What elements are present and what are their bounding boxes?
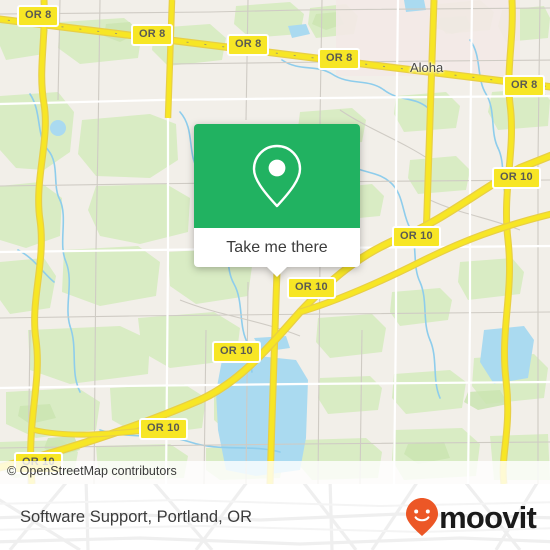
- place-label-aloha: Aloha: [410, 60, 444, 75]
- moovit-location-card: OR 8 OR 8 OR 8 OR 8 OR 8 OR 10 OR 10 OR …: [0, 0, 550, 550]
- location-callout-card[interactable]: Take me there: [194, 124, 360, 277]
- route-shield[interactable]: OR 8: [17, 5, 60, 27]
- route-shield[interactable]: OR 10: [287, 277, 336, 299]
- map-canvas[interactable]: OR 8 OR 8 OR 8 OR 8 OR 8 OR 10 OR 10 OR …: [0, 0, 550, 484]
- route-shield[interactable]: OR 8: [131, 24, 174, 46]
- take-me-there-button[interactable]: Take me there: [194, 228, 360, 277]
- location-title: Software Support, Portland, OR: [20, 507, 253, 526]
- callout-image-area: [194, 124, 360, 228]
- route-shield[interactable]: OR 10: [212, 341, 261, 363]
- route-shield[interactable]: OR 8: [318, 48, 361, 70]
- footer-bar: Software Support, Portland, OR moovit: [0, 484, 550, 550]
- route-shield[interactable]: OR 10: [139, 418, 188, 440]
- take-me-there-label: Take me there: [226, 238, 328, 256]
- route-shield[interactable]: OR 8: [503, 75, 546, 97]
- route-shield[interactable]: OR 8: [227, 34, 270, 56]
- moovit-wordmark: moovit: [439, 499, 537, 535]
- route-shield[interactable]: OR 10: [392, 226, 441, 248]
- map-attribution[interactable]: © OpenStreetMap contributors: [0, 461, 550, 484]
- map-pin-icon: [252, 144, 302, 208]
- callout-tail: [266, 266, 288, 277]
- moovit-pin-icon: [406, 498, 439, 536]
- moovit-logo[interactable]: moovit: [405, 497, 537, 537]
- route-shield[interactable]: OR 10: [492, 167, 541, 189]
